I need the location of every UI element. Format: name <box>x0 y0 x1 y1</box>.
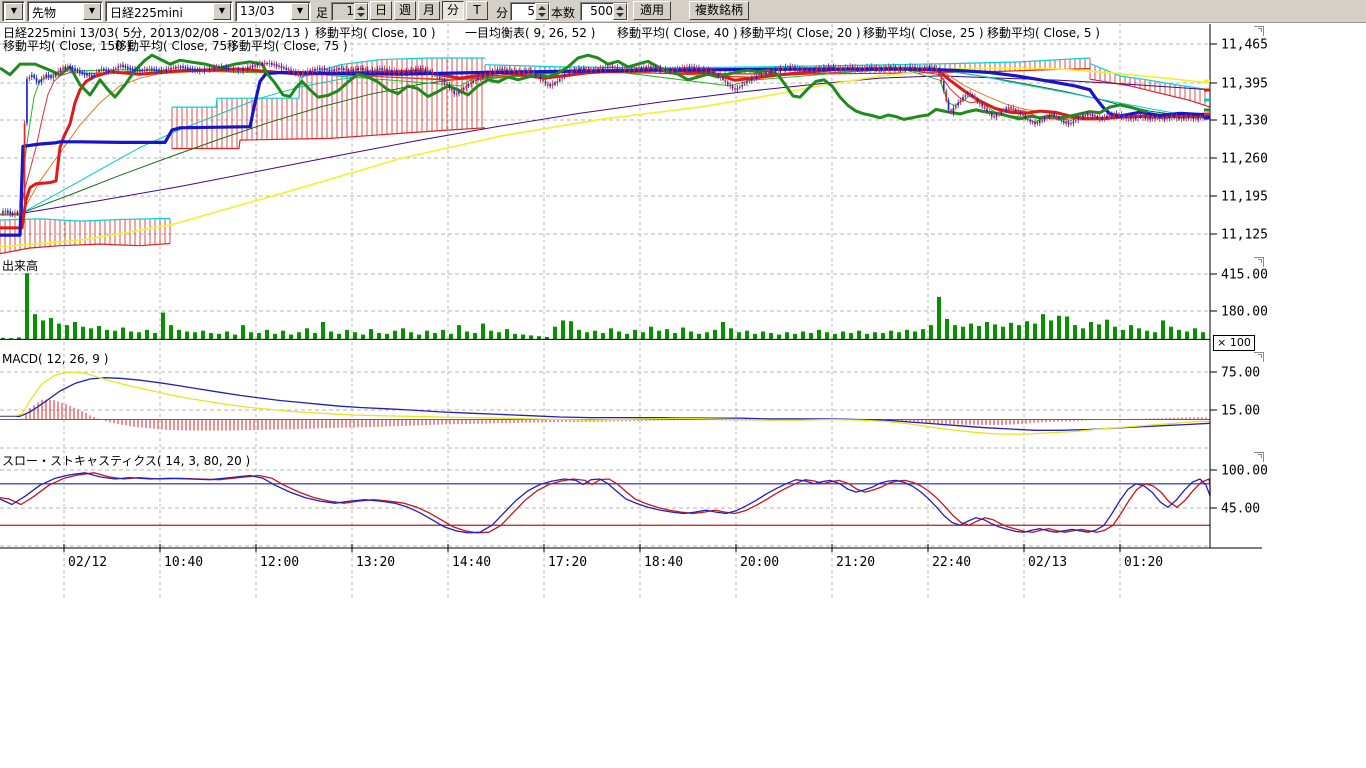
legend-item: 移動平均( Close, 150 ) <box>3 37 131 54</box>
bars-spinner[interactable]: 500 <box>580 2 628 21</box>
time-axis-label: 01:20 <box>1124 555 1163 570</box>
axis-label: 11,125 <box>1221 228 1268 243</box>
chevron-down-icon[interactable]: ▼ <box>213 3 231 20</box>
spinner-icon[interactable] <box>354 3 368 20</box>
legend-row-2: 移動平均( Close, 150 )移動平均( Close, 75 )移動平均(… <box>0 37 1210 50</box>
axis-label: 180.00 <box>1221 305 1268 320</box>
time-axis-label: 10:40 <box>164 555 203 570</box>
time-axis-label: 14:40 <box>452 555 491 570</box>
bars-value: 500 <box>590 4 613 18</box>
minute-spinner[interactable]: 5 <box>510 2 550 21</box>
macd-panel-label: MACD( 12, 26, 9 ) <box>2 352 108 366</box>
bar-multiplier-value: 1 <box>346 4 354 18</box>
axis-label: 75.00 <box>1221 366 1260 381</box>
panel-resize-handle[interactable] <box>1254 452 1264 462</box>
macd-panel <box>0 372 1210 434</box>
bars-label: 本数 <box>551 4 575 21</box>
axis-price-marker <box>1204 99 1210 102</box>
legend-row-1: 日経225mini 13/03( 5分, 2013/02/08 - 2013/0… <box>0 24 1210 37</box>
time-axis-label: 02/13 <box>1028 555 1067 570</box>
trading-chart-app: ▼ 先物 ▼ 日経225mini ▼ 13/03 ▼ 足 1 日週月分T 分 5… <box>0 0 1366 768</box>
time-axis-label: 22:40 <box>932 555 971 570</box>
toolbar: ▼ 先物 ▼ 日経225mini ▼ 13/03 ▼ 足 1 日週月分T 分 5… <box>0 0 1366 23</box>
contract-month-select[interactable]: 13/03 ▼ <box>235 1 311 22</box>
stoch-panel-label: スロー・ストキャスティクス( 14, 3, 80, 20 ) <box>2 452 250 469</box>
instrument-select[interactable]: 日経225mini ▼ <box>105 1 233 22</box>
gridlines <box>0 24 1210 600</box>
period-button-週[interactable]: 週 <box>394 1 416 20</box>
axis-label: 11,330 <box>1221 114 1268 129</box>
multi-symbol-button[interactable]: 複数銘柄 <box>689 1 749 20</box>
time-axis-label: 02/12 <box>68 555 107 570</box>
chevron-down-icon[interactable]: ▼ <box>83 3 101 20</box>
chart-area: 11,465 11,395 11,330 11,260 11,195 11,125 415.… <box>0 0 1366 768</box>
axis-label: 15.00 <box>1221 404 1260 419</box>
axis-price-marker <box>1204 89 1210 92</box>
instrument-type-value: 先物 <box>32 4 56 21</box>
period-button-月[interactable]: 月 <box>418 1 440 20</box>
legend-item: 移動平均( Close, 75 ) <box>227 37 348 54</box>
stochastics-panel <box>0 473 1210 533</box>
panel-resize-handle[interactable] <box>1254 26 1264 36</box>
volume-multiplier-badge: × 100 <box>1213 335 1255 351</box>
instrument-type-select[interactable]: 先物 ▼ <box>27 1 103 22</box>
spinner-icon[interactable] <box>613 3 627 20</box>
period-button-分[interactable]: 分 <box>442 1 464 20</box>
axis-label: 45.00 <box>1221 502 1260 517</box>
chart-canvas[interactable]: 11,465 11,395 11,330 11,260 11,195 11,125 415.… <box>0 0 1366 600</box>
axis-price-marker <box>1204 117 1210 120</box>
apply-button[interactable]: 適用 <box>633 1 671 20</box>
time-axis-label: 12:00 <box>260 555 299 570</box>
axis-label: 11,465 <box>1221 38 1268 53</box>
volume-panel-label: 出来高 <box>2 257 38 274</box>
time-axis-label: 18:40 <box>644 555 683 570</box>
time-axis-label: 13:20 <box>356 555 395 570</box>
chevron-down-icon[interactable]: ▼ <box>5 3 23 20</box>
instrument-value: 日経225mini <box>110 4 183 21</box>
axis-label: 11,260 <box>1221 152 1268 167</box>
axis-price-marker <box>1204 80 1210 83</box>
contract-month-value: 13/03 <box>240 4 275 18</box>
ichimoku-cloud <box>0 58 1210 254</box>
legend-item: 移動平均( Close, 75 ) <box>115 37 236 54</box>
panel-resize-handle[interactable] <box>1254 257 1264 267</box>
time-axis-label: 20:00 <box>740 555 779 570</box>
period-button-日[interactable]: 日 <box>370 1 392 20</box>
panel-resize-handle[interactable] <box>1254 352 1264 362</box>
period-button-T[interactable]: T <box>466 1 488 20</box>
bar-multiplier-spinner[interactable]: 1 <box>331 2 369 21</box>
chevron-down-icon[interactable]: ▼ <box>291 3 309 20</box>
time-axis-label: 17:20 <box>548 555 587 570</box>
minute-value: 5 <box>527 4 535 18</box>
minute-label: 分 <box>496 4 508 21</box>
axis-label: 415.00 <box>1221 268 1268 283</box>
axis-label: 11,195 <box>1221 190 1268 205</box>
axis-label: 100.00 <box>1221 464 1268 479</box>
axis-price-marker <box>1204 109 1210 112</box>
mini-combo[interactable]: ▼ <box>2 1 25 22</box>
axis-label: 11,395 <box>1221 77 1268 92</box>
axis-price-marker <box>1204 113 1210 116</box>
time-axis-label: 21:20 <box>836 555 875 570</box>
moving-averages <box>0 55 1210 247</box>
bar-label: 足 <box>316 4 328 21</box>
volume-bars <box>0 273 1210 339</box>
spinner-icon[interactable] <box>535 3 549 20</box>
